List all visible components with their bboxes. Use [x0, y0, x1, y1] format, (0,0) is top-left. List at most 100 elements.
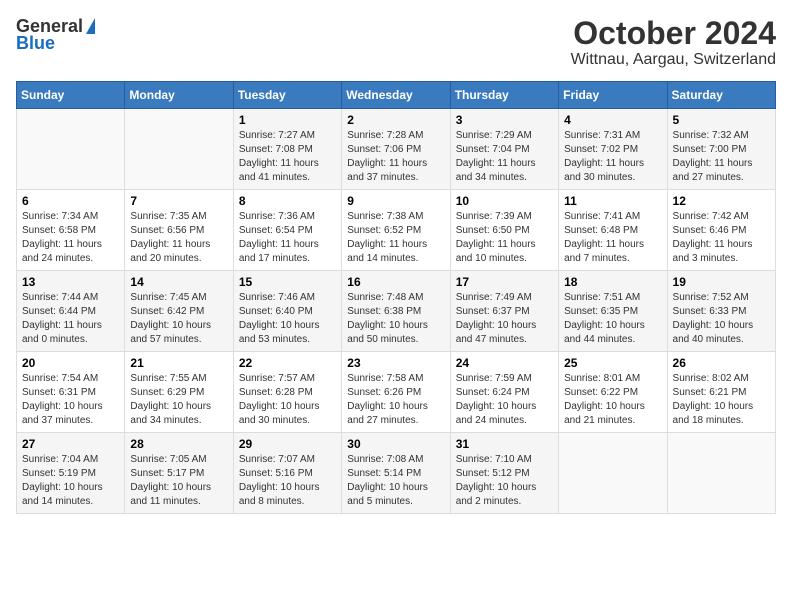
- day-number: 12: [673, 194, 770, 208]
- sunrise-text: Sunrise: 7:54 AM: [22, 372, 119, 386]
- sunset-text: Sunset: 6:22 PM: [564, 386, 661, 400]
- day-number: 21: [130, 356, 227, 370]
- sunrise-text: Sunrise: 7:48 AM: [347, 291, 444, 305]
- daylight-text: Daylight: 11 hours and 24 minutes.: [22, 238, 119, 266]
- table-row: 6Sunrise: 7:34 AMSunset: 6:58 PMDaylight…: [17, 190, 125, 271]
- day-info: Sunrise: 7:48 AMSunset: 6:38 PMDaylight:…: [347, 291, 444, 347]
- table-row: 20Sunrise: 7:54 AMSunset: 6:31 PMDayligh…: [17, 352, 125, 433]
- table-row: 26 Sunrise: 8:02 AMSunset: 6:21 PMDayligh…: [667, 352, 775, 433]
- day-info: Sunrise: 7:45 AMSunset: 6:42 PMDaylight:…: [130, 291, 227, 347]
- table-row: [17, 109, 125, 190]
- day-number: 28: [130, 437, 227, 451]
- day-info: Sunrise: 7:28 AMSunset: 7:06 PMDaylight:…: [347, 129, 444, 185]
- day-number: 2: [347, 113, 444, 127]
- title-section: October 2024 Wittnau, Aargau, Switzerlan…: [571, 16, 776, 69]
- sunset-text: Sunset: 6:33 PM: [673, 305, 770, 319]
- daylight-text: Daylight: 11 hours and 3 minutes.: [673, 238, 770, 266]
- sunset-text: Sunset: 6:46 PM: [673, 224, 770, 238]
- sunrise-text: Sunrise: 7:52 AM: [673, 291, 770, 305]
- sunrise-text: Sunrise: 7:44 AM: [22, 291, 119, 305]
- sunset-text: Sunset: 6:38 PM: [347, 305, 444, 319]
- day-info: Sunrise: 7:08 AMSunset: 5:14 PMDaylight:…: [347, 453, 444, 509]
- daylight-text: Daylight: 10 hours and 27 minutes.: [347, 400, 444, 428]
- calendar-table: Sunday Monday Tuesday Wednesday Thursday…: [16, 81, 776, 514]
- table-row: 23Sunrise: 7:58 AMSunset: 6:26 PMDayligh…: [342, 352, 450, 433]
- day-info: Sunrise: 7:31 AMSunset: 7:02 PMDaylight:…: [564, 129, 661, 185]
- calendar-week-row: 27Sunrise: 7:04 AMSunset: 5:19 PMDayligh…: [17, 433, 776, 514]
- table-row: 21Sunrise: 7:55 AMSunset: 6:29 PMDayligh…: [125, 352, 233, 433]
- daylight-text: Daylight: 10 hours and 50 minutes.: [347, 319, 444, 347]
- daylight-text: Daylight: 10 hours and 2 minutes.: [456, 481, 553, 509]
- daylight-text: Daylight: 10 hours and 14 minutes.: [22, 481, 119, 509]
- table-row: 17Sunrise: 7:49 AMSunset: 6:37 PMDayligh…: [450, 271, 558, 352]
- sunset-text: Sunset: 5:14 PM: [347, 467, 444, 481]
- day-number: 11: [564, 194, 661, 208]
- table-row: 9Sunrise: 7:38 AMSunset: 6:52 PMDaylight…: [342, 190, 450, 271]
- table-row: 5Sunrise: 7:32 AMSunset: 7:00 PMDaylight…: [667, 109, 775, 190]
- day-info: Sunrise: 7:34 AMSunset: 6:58 PMDaylight:…: [22, 210, 119, 266]
- day-info: Sunrise: 7:27 AMSunset: 7:08 PMDaylight:…: [239, 129, 336, 185]
- sunset-text: Sunset: 7:04 PM: [456, 143, 553, 157]
- sunset-text: Sunset: 6:52 PM: [347, 224, 444, 238]
- page-subtitle: Wittnau, Aargau, Switzerland: [571, 51, 776, 69]
- day-info: Sunrise: 8:01 AMSunset: 6:22 PMDaylight:…: [564, 372, 661, 428]
- day-info: Sunrise: 7:57 AMSunset: 6:28 PMDaylight:…: [239, 372, 336, 428]
- daylight-text: Daylight: 11 hours and 0 minutes.: [22, 319, 119, 347]
- day-number: 24: [456, 356, 553, 370]
- sunrise-text: Sunrise: 7:41 AM: [564, 210, 661, 224]
- day-info: Sunrise: 7:59 AMSunset: 6:24 PMDaylight:…: [456, 372, 553, 428]
- sunset-text: Sunset: 6:58 PM: [22, 224, 119, 238]
- calendar-week-row: 1 Sunrise: 7:27 AMSunset: 7:08 PMDaylight…: [17, 109, 776, 190]
- sunset-text: Sunset: 5:17 PM: [130, 467, 227, 481]
- table-row: 24 Sunrise: 7:59 AMSunset: 6:24 PMDayligh…: [450, 352, 558, 433]
- day-number: 3: [456, 113, 553, 127]
- sunrise-text: Sunrise: 7:38 AM: [347, 210, 444, 224]
- sunrise-text: Sunrise: 7:42 AM: [673, 210, 770, 224]
- sunrise-text: Sunrise: 7:39 AM: [456, 210, 553, 224]
- daylight-text: Daylight: 11 hours and 27 minutes.: [673, 157, 770, 185]
- daylight-text: Daylight: 10 hours and 21 minutes.: [564, 400, 661, 428]
- daylight-text: Daylight: 10 hours and 11 minutes.: [130, 481, 227, 509]
- day-number: 1: [239, 113, 336, 127]
- daylight-text: Daylight: 10 hours and 44 minutes.: [564, 319, 661, 347]
- day-number: 9: [347, 194, 444, 208]
- daylight-text: Daylight: 11 hours and 7 minutes.: [564, 238, 661, 266]
- daylight-text: Daylight: 11 hours and 17 minutes.: [239, 238, 336, 266]
- day-info: Sunrise: 7:41 AMSunset: 6:48 PMDaylight:…: [564, 210, 661, 266]
- table-row: 31Sunrise: 7:10 AMSunset: 5:12 PMDayligh…: [450, 433, 558, 514]
- sunset-text: Sunset: 6:24 PM: [456, 386, 553, 400]
- daylight-text: Daylight: 11 hours and 34 minutes.: [456, 157, 553, 185]
- day-info: Sunrise: 7:05 AMSunset: 5:17 PMDaylight:…: [130, 453, 227, 509]
- day-number: 18: [564, 275, 661, 289]
- sunset-text: Sunset: 6:35 PM: [564, 305, 661, 319]
- day-number: 23: [347, 356, 444, 370]
- table-row: 19Sunrise: 7:52 AMSunset: 6:33 PMDayligh…: [667, 271, 775, 352]
- table-row: 29Sunrise: 7:07 AMSunset: 5:16 PMDayligh…: [233, 433, 341, 514]
- sunrise-text: Sunrise: 7:27 AM: [239, 129, 336, 143]
- day-info: Sunrise: 7:36 AMSunset: 6:54 PMDaylight:…: [239, 210, 336, 266]
- day-number: 15: [239, 275, 336, 289]
- day-number: 5: [673, 113, 770, 127]
- day-number: 4: [564, 113, 661, 127]
- day-number: 20: [22, 356, 119, 370]
- day-number: 19: [673, 275, 770, 289]
- table-row: [667, 433, 775, 514]
- day-number: 26: [673, 356, 770, 370]
- day-info: Sunrise: 7:39 AMSunset: 6:50 PMDaylight:…: [456, 210, 553, 266]
- sunrise-text: Sunrise: 8:01 AM: [564, 372, 661, 386]
- table-row: 30Sunrise: 7:08 AMSunset: 5:14 PMDayligh…: [342, 433, 450, 514]
- sunrise-text: Sunrise: 7:10 AM: [456, 453, 553, 467]
- day-number: 17: [456, 275, 553, 289]
- sunset-text: Sunset: 6:48 PM: [564, 224, 661, 238]
- table-row: [559, 433, 667, 514]
- table-row: 14Sunrise: 7:45 AMSunset: 6:42 PMDayligh…: [125, 271, 233, 352]
- sunset-text: Sunset: 5:12 PM: [456, 467, 553, 481]
- table-row: 1 Sunrise: 7:27 AMSunset: 7:08 PMDaylight…: [233, 109, 341, 190]
- day-info: Sunrise: 7:07 AMSunset: 5:16 PMDaylight:…: [239, 453, 336, 509]
- table-row: 12 Sunrise: 7:42 AMSunset: 6:46 PMDayligh…: [667, 190, 775, 271]
- day-info: Sunrise: 8:02 AMSunset: 6:21 PMDaylight:…: [673, 372, 770, 428]
- day-info: Sunrise: 7:51 AMSunset: 6:35 PMDaylight:…: [564, 291, 661, 347]
- daylight-text: Daylight: 10 hours and 8 minutes.: [239, 481, 336, 509]
- sunset-text: Sunset: 6:26 PM: [347, 386, 444, 400]
- day-info: Sunrise: 7:46 AMSunset: 6:40 PMDaylight:…: [239, 291, 336, 347]
